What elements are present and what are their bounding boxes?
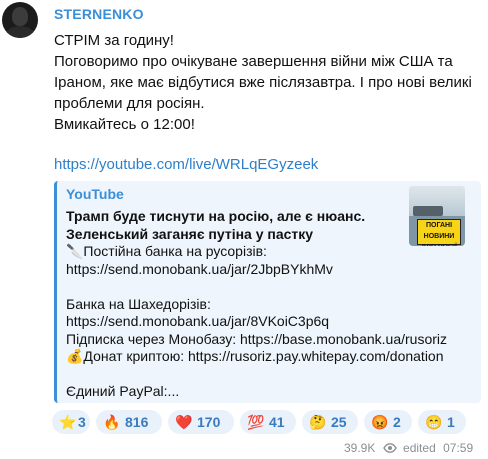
- message-meta: 39.9K edited 07:59: [344, 440, 473, 455]
- reaction-count: 170: [197, 414, 221, 430]
- reaction-count: 2: [393, 414, 401, 430]
- channel-name[interactable]: STERNENKO: [54, 6, 144, 22]
- preview-title-line: Трамп буде тиснути на росію, але є нюанс…: [66, 208, 366, 224]
- reaction-count: 25: [331, 414, 347, 430]
- reaction-heart[interactable]: ❤️ 170: [168, 410, 234, 434]
- preview-site-name: YouTube: [66, 186, 124, 202]
- message-line: Вмикайтесь о 12:00!: [54, 116, 195, 133]
- reaction-angry[interactable]: 😡 2: [364, 410, 412, 434]
- preview-title-line: Зеленський заганяє путіна у пастку: [66, 226, 314, 242]
- edited-label: edited: [403, 440, 436, 455]
- message-bubble: STERNENKO СТРІМ за годину! Поговоримо пр…: [44, 0, 488, 459]
- reaction-count: 816: [125, 414, 149, 430]
- reaction-count: 3: [78, 414, 86, 430]
- message-line: СТРІМ за годину!: [54, 32, 174, 49]
- reaction-grin[interactable]: 😁 1: [418, 410, 466, 434]
- preview-line: Єдиний PayPal:...: [66, 383, 180, 399]
- message-time: 07:59: [443, 440, 474, 455]
- preview-description: 🔪Постійна банка на русорізів: https://se…: [66, 243, 478, 401]
- message-link[interactable]: https://youtube.com/live/WRLqEGyzeek: [54, 156, 318, 173]
- preview-line: 🔪Постійна банка на русорізів:: [66, 243, 267, 259]
- preview-line: [66, 278, 478, 296]
- preview-line: 💰Донат криптою: https://rusoriz.pay.whit…: [66, 348, 444, 364]
- grin-face-icon: 😁: [425, 414, 443, 430]
- view-count: 39.9K: [344, 440, 376, 455]
- preview-thumbnail[interactable]: ПОГАНІ НОВИНИ ДЛЯ РОСІЇ: [409, 186, 465, 246]
- star-icon: ⭐: [59, 414, 77, 430]
- reaction-fire[interactable]: 🔥 816: [96, 410, 162, 434]
- eye-icon: [382, 442, 397, 453]
- message-line: Поговоримо про очікуване завершення війн…: [54, 53, 453, 70]
- link-preview[interactable]: YouTube Трамп буде тиснути на росію, але…: [54, 181, 481, 403]
- preview-line: [66, 366, 478, 384]
- thumbnail-ship: [413, 206, 443, 216]
- message-text: СТРІМ за годину! Поговоримо про очікуван…: [54, 30, 474, 135]
- fire-icon: 🔥: [103, 414, 121, 430]
- thinking-face-icon: 🤔: [309, 414, 327, 430]
- message-line: проблеми для росіян.: [54, 95, 205, 112]
- avatar-shoulders-shape: [5, 26, 35, 38]
- message-container: STERNENKO СТРІМ за годину! Поговоримо пр…: [0, 0, 488, 459]
- message-line: Іраном, яке має відбутися вже післязавтр…: [54, 74, 472, 91]
- reaction-thinking[interactable]: 🤔 25: [302, 410, 358, 434]
- avatar-head-shape: [12, 7, 28, 26]
- thumbnail-badge: ПОГАНІ НОВИНИ ДЛЯ РОСІЇ: [417, 219, 461, 246]
- reaction-hundred[interactable]: 💯 41: [240, 410, 296, 434]
- heart-icon: ❤️: [175, 414, 193, 430]
- reaction-star[interactable]: ⭐3: [52, 410, 90, 434]
- reaction-count: 1: [447, 414, 455, 430]
- preview-line: https://send.monobank.ua/jar/8VKoiC3p6q: [66, 313, 330, 329]
- preview-line: https://send.monobank.ua/jar/2JbpBYkhMv: [66, 260, 333, 277]
- channel-avatar[interactable]: [2, 2, 38, 38]
- reaction-count: 41: [269, 414, 285, 430]
- preview-title: Трамп буде тиснути на росію, але є нюанс…: [66, 207, 396, 243]
- preview-line: Підписка через Монобазу: https://base.mo…: [66, 330, 448, 347]
- hundred-icon: 💯: [247, 414, 265, 430]
- angry-face-icon: 😡: [371, 414, 389, 430]
- preview-line: Банка на Шахедорізів:: [66, 295, 211, 312]
